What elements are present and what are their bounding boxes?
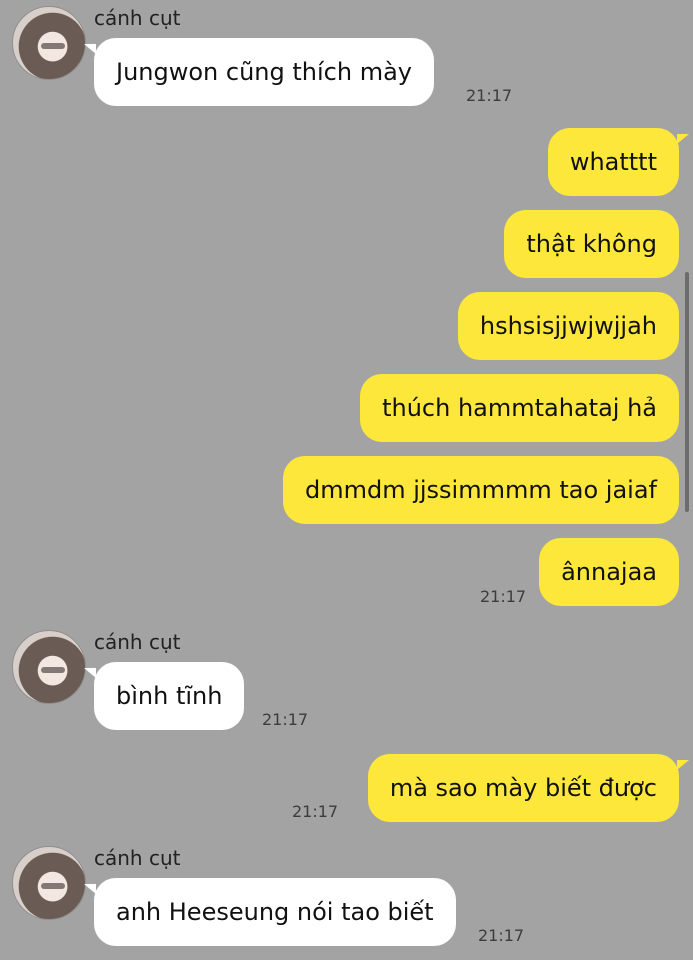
message-bubble-outgoing[interactable]: whatttt — [547, 128, 690, 196]
message-bubble-outgoing[interactable]: ânnajaa — [539, 538, 679, 606]
contact-avatar[interactable] — [12, 846, 86, 920]
message-bubble-incoming[interactable]: anh Heeseung nói tao biết — [84, 878, 456, 946]
message-time: 21:17 — [478, 926, 525, 945]
message-bubble-outgoing[interactable]: thật không — [504, 210, 679, 278]
message-time: 21:17 — [292, 802, 339, 821]
message-time: 21:17 — [262, 710, 309, 729]
message-time: 21:17 — [466, 86, 513, 105]
sender-name: cánh cụt — [94, 846, 181, 870]
contact-avatar[interactable] — [12, 630, 86, 704]
message-bubble-outgoing[interactable]: mà sao mày biết được — [367, 754, 690, 822]
message-bubble-incoming[interactable]: Jungwon cũng thích mày — [84, 38, 434, 106]
contact-avatar[interactable] — [12, 6, 86, 80]
message-bubble-outgoing[interactable]: thúch hammtahataj hả — [360, 374, 679, 442]
scrollbar[interactable] — [685, 272, 689, 512]
message-bubble-outgoing[interactable]: dmmdm jjssimmmm tao jaiaf — [282, 456, 679, 524]
message-time: 21:17 — [480, 587, 527, 606]
sender-name: cánh cụt — [94, 6, 181, 30]
message-bubble-outgoing[interactable]: hshsisjjwjwjjah — [457, 292, 679, 360]
message-bubble-incoming[interactable]: bình tĩnh — [83, 662, 245, 730]
sender-name: cánh cụt — [94, 630, 181, 654]
